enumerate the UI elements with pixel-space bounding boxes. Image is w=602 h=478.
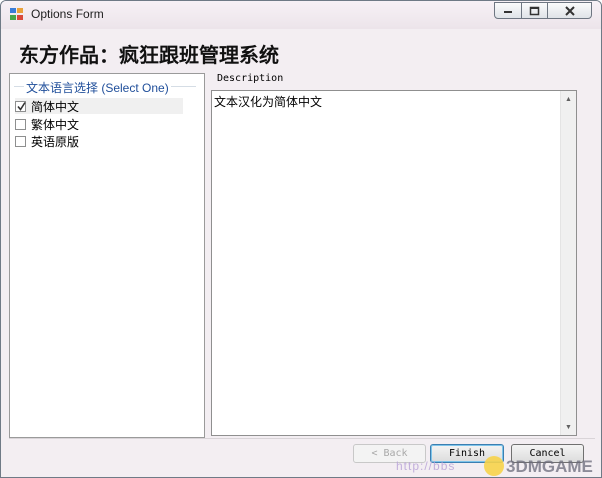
scroll-down-icon[interactable]: ▼ — [561, 419, 576, 435]
option-label: 简体中文 — [31, 99, 80, 114]
footer-divider — [9, 438, 595, 439]
option-traditional-chinese[interactable]: 繁体中文 — [15, 116, 79, 132]
description-textbox[interactable]: 文本汉化为简体中文 ▲ ▼ — [211, 90, 577, 436]
scroll-up-icon[interactable]: ▲ — [561, 91, 576, 107]
title-bar[interactable]: Options Form — [1, 1, 601, 29]
page-title: 东方作品：疯狂跟班管理系统 — [19, 43, 279, 67]
description-label: Description — [217, 73, 284, 84]
option-label: 繁体中文 — [31, 117, 80, 132]
language-group: 文本语言选择 (Select One) 简体中文 繁体中文 英语原版 — [9, 73, 205, 438]
close-button[interactable] — [547, 2, 592, 19]
close-icon — [564, 5, 575, 16]
minimize-button[interactable] — [494, 2, 522, 19]
checkbox[interactable] — [15, 118, 26, 130]
maximize-button[interactable] — [521, 2, 548, 19]
back-button[interactable]: < Back — [353, 444, 426, 463]
vertical-scrollbar[interactable]: ▲ ▼ — [560, 91, 576, 435]
options-form-window: Options Form 东方作品：疯狂跟班管理系统 文本语言选择 (Selec… — [0, 0, 602, 478]
checkmark-icon — [17, 101, 26, 111]
option-simplified-chinese[interactable]: 简体中文 — [15, 98, 183, 114]
option-label: 英语原版 — [31, 134, 80, 149]
checkbox[interactable] — [15, 135, 26, 147]
cancel-button[interactable]: Cancel — [511, 444, 584, 463]
description-text: 文本汉化为简体中文 — [214, 95, 323, 109]
option-english-original[interactable]: 英语原版 — [15, 133, 79, 149]
finish-button[interactable]: Finish — [430, 444, 504, 463]
minimize-icon — [504, 10, 512, 13]
window-title: Options Form — [31, 7, 104, 21]
checkbox[interactable] — [15, 100, 26, 112]
header-band: 东方作品：疯狂跟班管理系统 — [9, 29, 595, 73]
maximize-icon — [529, 6, 540, 15]
app-icon — [10, 8, 24, 21]
group-legend: 文本语言选择 (Select One) — [24, 79, 171, 96]
